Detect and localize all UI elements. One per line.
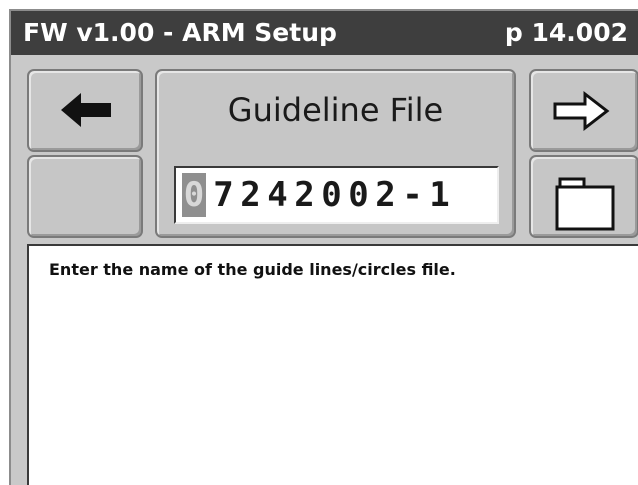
next-button[interactable] xyxy=(529,69,638,152)
folder-icon xyxy=(555,177,615,231)
blank-button[interactable] xyxy=(27,155,143,238)
field-label: Guideline File xyxy=(227,91,444,129)
value-character: 0 xyxy=(321,175,342,215)
value-character: 2 xyxy=(294,175,315,215)
title-bar: FW v1.00 - ARM Setup p 14.002 xyxy=(11,11,638,55)
value-character: 2 xyxy=(240,175,261,215)
description-text: Enter the name of the guide lines/circle… xyxy=(49,260,456,279)
value-character: 4 xyxy=(267,175,288,215)
back-button[interactable] xyxy=(27,69,143,152)
value-character: 1 xyxy=(429,175,450,215)
arrow-left-icon xyxy=(61,93,111,127)
guideline-file-panel: Guideline File 0 7242002-1 xyxy=(155,69,516,238)
cursor-character: 0 xyxy=(182,173,206,217)
guideline-file-input[interactable]: 0 7242002-1 xyxy=(174,166,499,224)
file-value-rest: 7242002-1 xyxy=(210,175,453,215)
value-character: 7 xyxy=(213,175,234,215)
description-area: Enter the name of the guide lines/circle… xyxy=(27,244,638,485)
screen: FW v1.00 - ARM Setup p 14.002 Guideline … xyxy=(9,9,638,485)
page-number: p 14.002 xyxy=(504,18,628,47)
arrow-right-icon xyxy=(553,90,610,132)
window-title: FW v1.00 - ARM Setup xyxy=(23,18,337,47)
value-character: 0 xyxy=(348,175,369,215)
value-character: 2 xyxy=(375,175,396,215)
value-character: - xyxy=(402,175,423,215)
file-button[interactable] xyxy=(529,155,638,238)
